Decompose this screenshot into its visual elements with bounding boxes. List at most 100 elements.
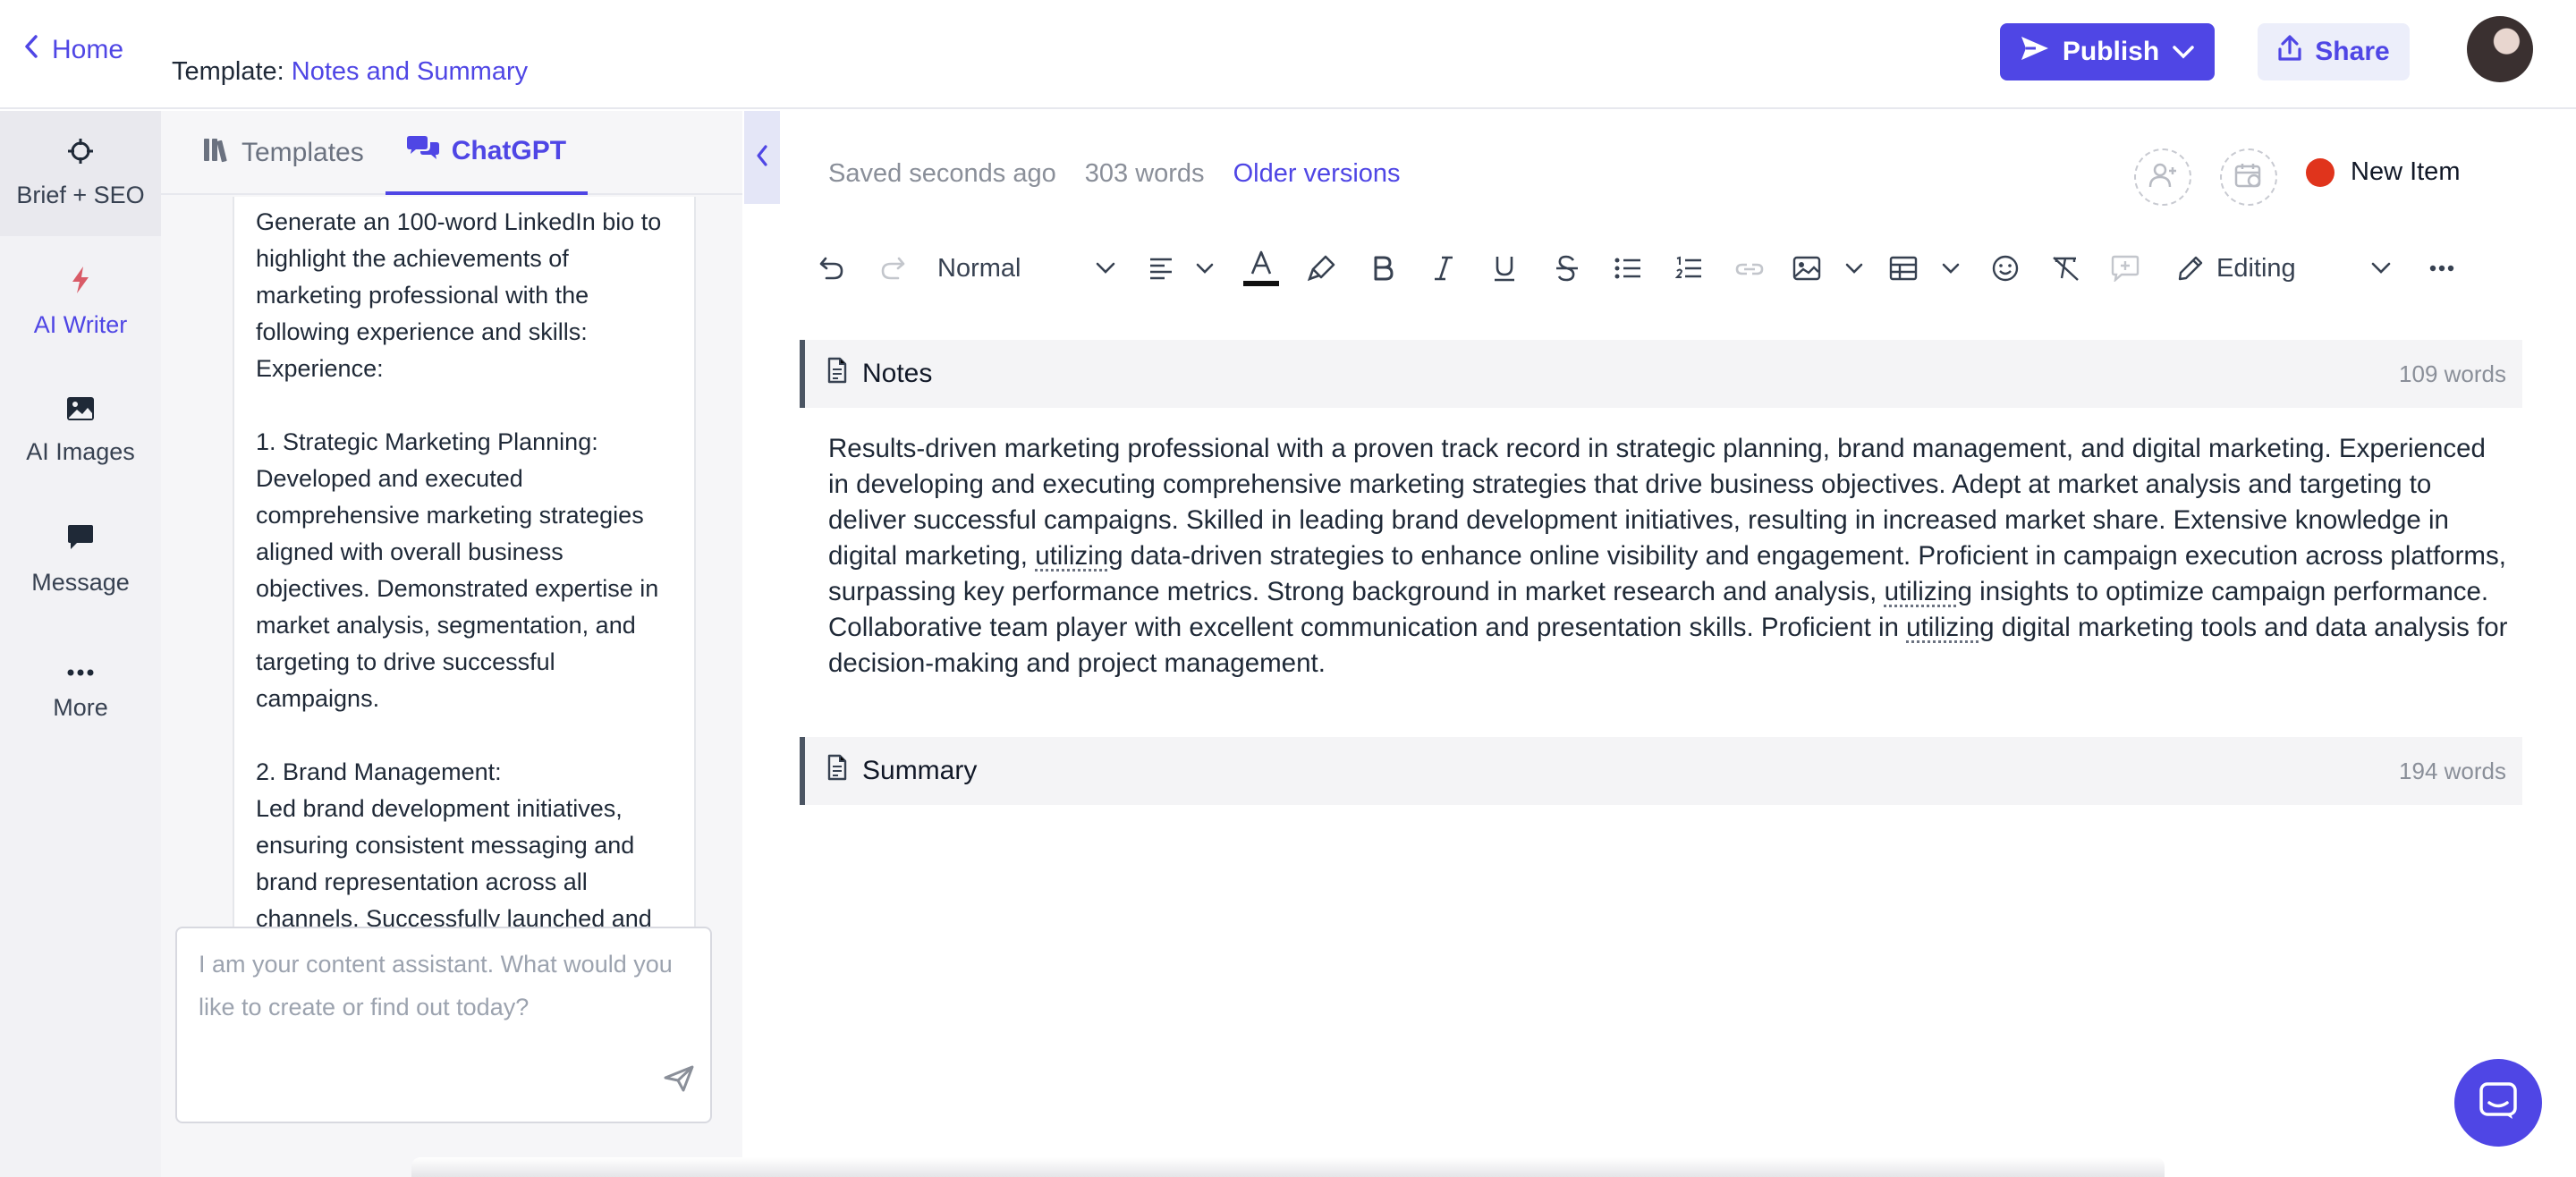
text-color-button[interactable] (1241, 245, 1281, 292)
chevron-down-icon (1844, 262, 1864, 275)
chevron-left-icon (755, 143, 769, 173)
table-icon (1889, 256, 1918, 281)
link-button[interactable] (1732, 245, 1767, 292)
status-selector[interactable]: New Item (2306, 157, 2460, 187)
numbered-list-button[interactable] (1671, 245, 1707, 292)
section-header-summary[interactable]: Summary 194 words (800, 737, 2522, 805)
redo-button[interactable] (875, 245, 911, 292)
status-label: New Item (2351, 157, 2461, 186)
clear-format-icon (2051, 255, 2081, 282)
section-title: Summary (862, 756, 978, 785)
insert-image-button[interactable] (1792, 245, 1864, 292)
bold-icon (1372, 256, 1394, 281)
schedule-button[interactable] (2220, 148, 2277, 206)
books-icon (202, 136, 229, 170)
undo-icon (818, 255, 845, 282)
image-icon (1792, 256, 1821, 281)
spelling-flag[interactable]: utilizing (1885, 577, 1972, 606)
editing-mode-value-wrap: Editing (2177, 254, 2296, 284)
spelling-flag[interactable]: utilizing (1035, 541, 1123, 571)
bold-button[interactable] (1365, 245, 1401, 292)
chevron-down-icon (2370, 261, 2392, 275)
add-user-button[interactable] (2134, 148, 2191, 206)
rail-item-message[interactable]: Message (0, 497, 161, 622)
template-indicator: Template: Notes and Summary (172, 57, 528, 87)
italic-button[interactable] (1426, 245, 1462, 292)
chat-icon (406, 134, 439, 168)
highlighter-icon (1308, 254, 1336, 283)
publish-label: Publish (2062, 37, 2160, 66)
chevron-down-icon (2172, 37, 2195, 67)
section-header-notes[interactable]: Notes 109 words (800, 340, 2522, 408)
saved-status: Saved seconds ago (828, 159, 1056, 188)
word-count: 303 words (1084, 159, 1205, 188)
chevron-left-icon (23, 34, 39, 66)
comment-button[interactable] (2107, 245, 2143, 292)
status-dot (2306, 157, 2334, 187)
strikethrough-button[interactable] (1549, 245, 1585, 292)
strikethrough-icon (1555, 255, 1580, 282)
tab-chatgpt[interactable]: ChatGPT (385, 111, 589, 195)
undo-button[interactable] (814, 245, 850, 292)
collapse-panel-button[interactable] (744, 111, 780, 204)
assistant-input-placeholder: I am your content assistant. What would … (199, 951, 673, 1020)
underline-icon (1493, 255, 1516, 282)
notes-content[interactable]: Results-driven marketing professional wi… (828, 431, 2510, 682)
chevron-down-icon (1095, 261, 1116, 275)
top-bar: Home Template: Notes and Summary Publish… (0, 0, 2576, 109)
highlight-button[interactable] (1304, 245, 1340, 292)
avatar[interactable] (2467, 16, 2533, 82)
chat-message-panel[interactable]: Generate an 100-word LinkedIn bio to hig… (233, 197, 696, 1034)
paragraph-style-select[interactable]: Normal (937, 245, 1116, 292)
template-name[interactable]: Notes and Summary (292, 57, 528, 86)
rail-item-brief-seo[interactable]: Brief + SEO (0, 111, 161, 236)
more-icon (67, 656, 94, 683)
spelling-flag[interactable]: utilizing (1906, 613, 1994, 642)
rail-item-ai-writer[interactable]: AI Writer (0, 240, 161, 365)
home-label: Home (52, 35, 124, 64)
chat-message: Generate an 100-word LinkedIn bio to hig… (256, 208, 662, 969)
tab-templates[interactable]: Templates (161, 111, 386, 195)
send-icon[interactable] (664, 1063, 694, 1105)
side-panel: Templates ChatGPT Generate an 100-word L… (161, 111, 742, 1177)
rail-item-ai-images[interactable]: AI Images (0, 368, 161, 494)
more-options-button[interactable] (2424, 245, 2460, 292)
clear-formatting-button[interactable] (2048, 245, 2084, 292)
tab-label: ChatGPT (451, 136, 567, 165)
share-label: Share (2315, 37, 2390, 66)
align-left-icon (1148, 257, 1174, 280)
bullet-list-button[interactable] (1610, 245, 1646, 292)
editor: Saved seconds ago 303 words Older versio… (780, 111, 2576, 1177)
smiley-icon (1991, 254, 2020, 283)
editing-mode-select[interactable]: Editing (2177, 245, 2392, 292)
chevron-down-icon (1941, 262, 1961, 275)
numbered-list-icon (1675, 256, 1702, 281)
text-color-icon (1243, 249, 1279, 288)
upload-icon (2277, 35, 2302, 69)
image-icon (66, 396, 95, 428)
pencil-icon (2177, 255, 2204, 282)
message-icon (66, 523, 95, 558)
link-icon (1735, 259, 1764, 277)
rail-item-more[interactable]: More (0, 626, 161, 751)
insert-table-button[interactable] (1889, 245, 1961, 292)
assistant-input[interactable]: I am your content assistant. What would … (175, 927, 712, 1123)
chevron-down-icon (1195, 262, 1215, 275)
chat-bubble-icon (2479, 1081, 2518, 1125)
underline-button[interactable] (1487, 245, 1522, 292)
align-button[interactable] (1148, 245, 1215, 292)
older-versions-link[interactable]: Older versions (1233, 159, 1401, 189)
publish-button[interactable]: Publish (2000, 23, 2215, 80)
comment-icon (2111, 255, 2140, 282)
section-title: Notes (862, 359, 933, 388)
section-word-count: 109 words (2399, 360, 2506, 387)
share-button[interactable]: Share (2258, 23, 2410, 80)
document-icon (826, 357, 848, 391)
rail-label: More (53, 694, 108, 721)
help-chat-button[interactable] (2454, 1059, 2542, 1147)
home-link[interactable]: Home (23, 34, 123, 66)
emoji-button[interactable] (1987, 245, 2023, 292)
calendar-icon (2234, 162, 2263, 193)
bolt-icon (70, 266, 91, 301)
rail-label: AI Writer (33, 311, 128, 338)
